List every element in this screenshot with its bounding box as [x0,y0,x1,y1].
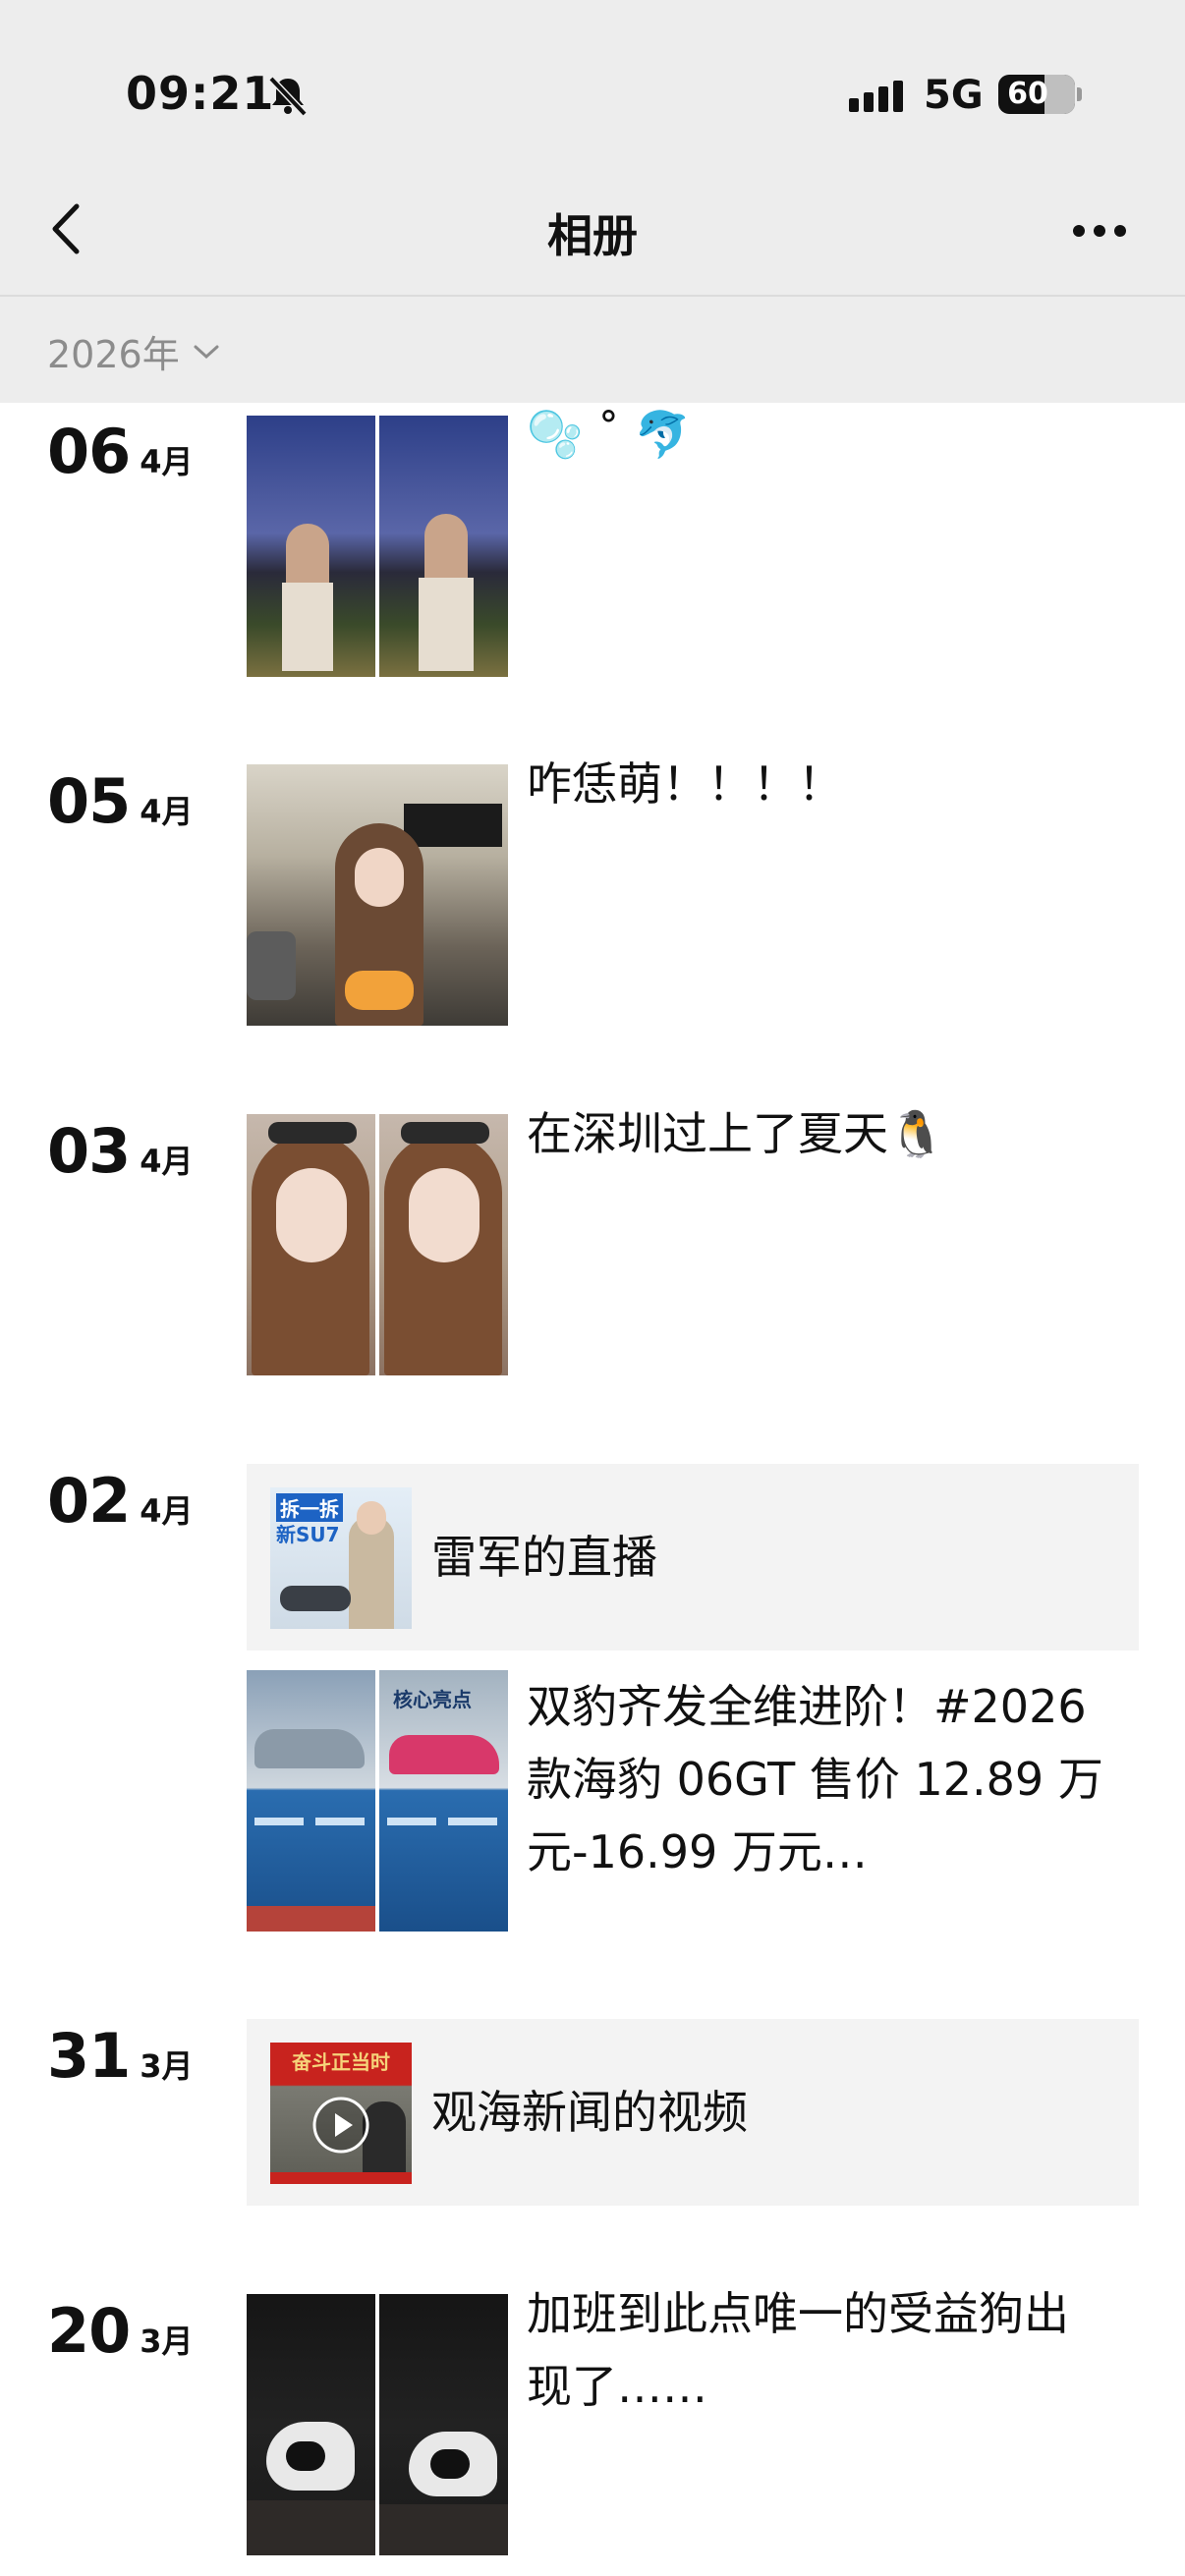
photo-thumbnail[interactable] [379,2294,508,2555]
post-date: 03 4月 [47,1115,194,1187]
post-month: 4月 [140,793,194,830]
photo-grid[interactable] [247,1114,508,1375]
photo-thumbnail[interactable]: 核心亮点 [379,1670,508,1932]
photo-grid[interactable] [247,2294,508,2555]
post-month: 4月 [140,1492,194,1530]
photo-thumbnail[interactable] [247,1670,375,1932]
photo-thumbnail[interactable] [379,1114,508,1375]
post-date: 05 4月 [47,765,194,837]
battery-icon: 60 [998,75,1075,114]
chevron-down-icon [194,345,219,359]
video-thumbnail: 奋斗正当时 [270,2043,412,2184]
more-options-button[interactable] [1067,211,1132,251]
silent-bell-icon [268,76,308,117]
shared-livestream-card[interactable]: 拆一拆 新SU7 雷军的直播 [247,1464,1139,1651]
post-day: 02 [47,1465,131,1537]
signal-icon [849,81,903,112]
post-date: 02 4月 [47,1465,194,1537]
post-date: 20 3月 [47,2295,194,2367]
post-date: 31 3月 [47,2020,194,2092]
post-day: 03 [47,1115,131,1187]
post-day: 31 [47,2020,131,2092]
page-title: 相册 [547,209,638,262]
top-bar: 09:21 5G 60 相册 2026年 [0,0,1185,403]
post-caption[interactable]: 加班到此点唯一的受益狗出现了…… [527,2277,1106,2423]
status-time: 09:21 [126,67,275,120]
post-month: 3月 [140,2047,194,2085]
post-date: 06 4月 [47,416,194,487]
year-filter[interactable]: 2026年 [47,324,221,378]
livestream-thumb-text: 新SU7 [276,1523,340,1546]
livestream-thumbnail: 拆一拆 新SU7 [270,1487,412,1629]
post-caption[interactable]: 双豹齐发全维进阶！#2026 款海豹 06GT 售价 12.89 万元-16.9… [527,1670,1106,1888]
shared-card-title: 观海新闻的视频 [431,2086,748,2139]
photo-thumbnail[interactable] [247,764,508,1026]
photo-overlay-text: 核心亮点 [393,1688,472,1711]
header-divider [0,295,1185,297]
post-month: 4月 [140,443,194,480]
shared-video-card[interactable]: 奋斗正当时 观海新闻的视频 [247,2019,1139,2206]
photo-thumbnail[interactable] [247,2294,375,2555]
photo-thumbnail[interactable] [379,416,508,677]
video-thumb-text: 奋斗正当时 [292,2050,390,2074]
post-month: 4月 [140,1143,194,1180]
photo-grid[interactable] [247,416,508,677]
livestream-thumb-text: 拆一拆 [276,1493,343,1522]
post-day: 06 [47,416,131,487]
battery-level: 60 [1007,77,1048,111]
battery-nub [1077,87,1082,101]
post-month: 3月 [140,2323,194,2360]
post-caption[interactable]: 在深圳过上了夏天🐧 [527,1097,1106,1170]
shared-card-title: 雷军的直播 [431,1531,657,1584]
year-filter-label: 2026年 [47,333,180,376]
post-day: 20 [47,2295,131,2367]
post-day: 05 [47,765,131,837]
post-caption[interactable]: 🫧 ˚ 🐬 [527,398,1106,471]
photo-thumbnail[interactable] [247,416,375,677]
photo-thumbnail[interactable] [247,1114,375,1375]
network-type: 5G [924,73,984,118]
photo-grid[interactable]: 核心亮点 [247,1670,508,1932]
play-icon [312,2097,369,2154]
post-caption[interactable]: 咋恁萌！！！！ [527,748,1106,820]
